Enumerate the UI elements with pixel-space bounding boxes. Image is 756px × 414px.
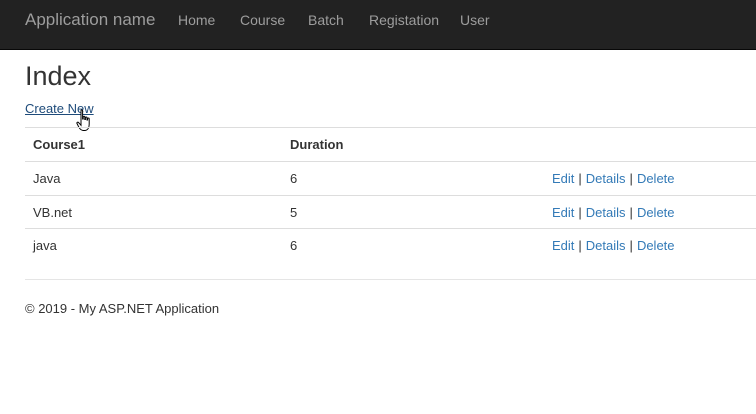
edit-link[interactable]: Edit: [552, 171, 574, 186]
column-header-duration: Duration: [290, 137, 344, 152]
details-link[interactable]: Details: [586, 171, 626, 186]
edit-link[interactable]: Edit: [552, 238, 574, 253]
nav-item-batch[interactable]: Batch: [308, 12, 344, 28]
delete-link[interactable]: Delete: [637, 171, 675, 186]
row-divider: [25, 195, 756, 196]
hand-pointer-icon: [76, 109, 90, 131]
action-separator: |: [629, 238, 633, 253]
column-header-course: Course1: [33, 137, 86, 152]
delete-link[interactable]: Delete: [637, 238, 675, 253]
nav-item-user[interactable]: User: [460, 12, 490, 28]
cell-duration: 6: [290, 238, 298, 253]
nav-item-registation[interactable]: Registation: [369, 12, 439, 28]
action-separator: |: [578, 205, 582, 220]
action-separator: |: [629, 205, 633, 220]
table-top-border: [25, 127, 756, 128]
details-link[interactable]: Details: [586, 205, 626, 220]
footer-divider: [25, 279, 756, 280]
row-actions: Edit | Details | Delete: [552, 238, 675, 253]
details-link[interactable]: Details: [586, 238, 626, 253]
page-title: Index: [25, 61, 92, 91]
cell-course: java: [33, 238, 57, 253]
row-divider: [25, 228, 756, 229]
navbar: Application name Home Course Batch Regis…: [0, 0, 756, 50]
cell-duration: 6: [290, 171, 298, 186]
cell-course: VB.net: [33, 205, 73, 220]
action-separator: |: [578, 238, 582, 253]
nav-item-course[interactable]: Course: [240, 12, 285, 28]
action-separator: |: [578, 171, 582, 186]
action-separator: |: [629, 171, 633, 186]
edit-link[interactable]: Edit: [552, 205, 574, 220]
cell-course: Java: [33, 171, 61, 186]
brand-link[interactable]: Application name: [25, 10, 155, 30]
table-header-divider: [25, 161, 756, 162]
delete-link[interactable]: Delete: [637, 205, 675, 220]
row-actions: Edit | Details | Delete: [552, 205, 675, 220]
nav-item-home[interactable]: Home: [178, 12, 215, 28]
row-actions: Edit | Details | Delete: [552, 171, 675, 186]
footer-copyright: © 2019 - My ASP.NET Application: [25, 301, 220, 316]
cell-duration: 5: [290, 205, 298, 220]
